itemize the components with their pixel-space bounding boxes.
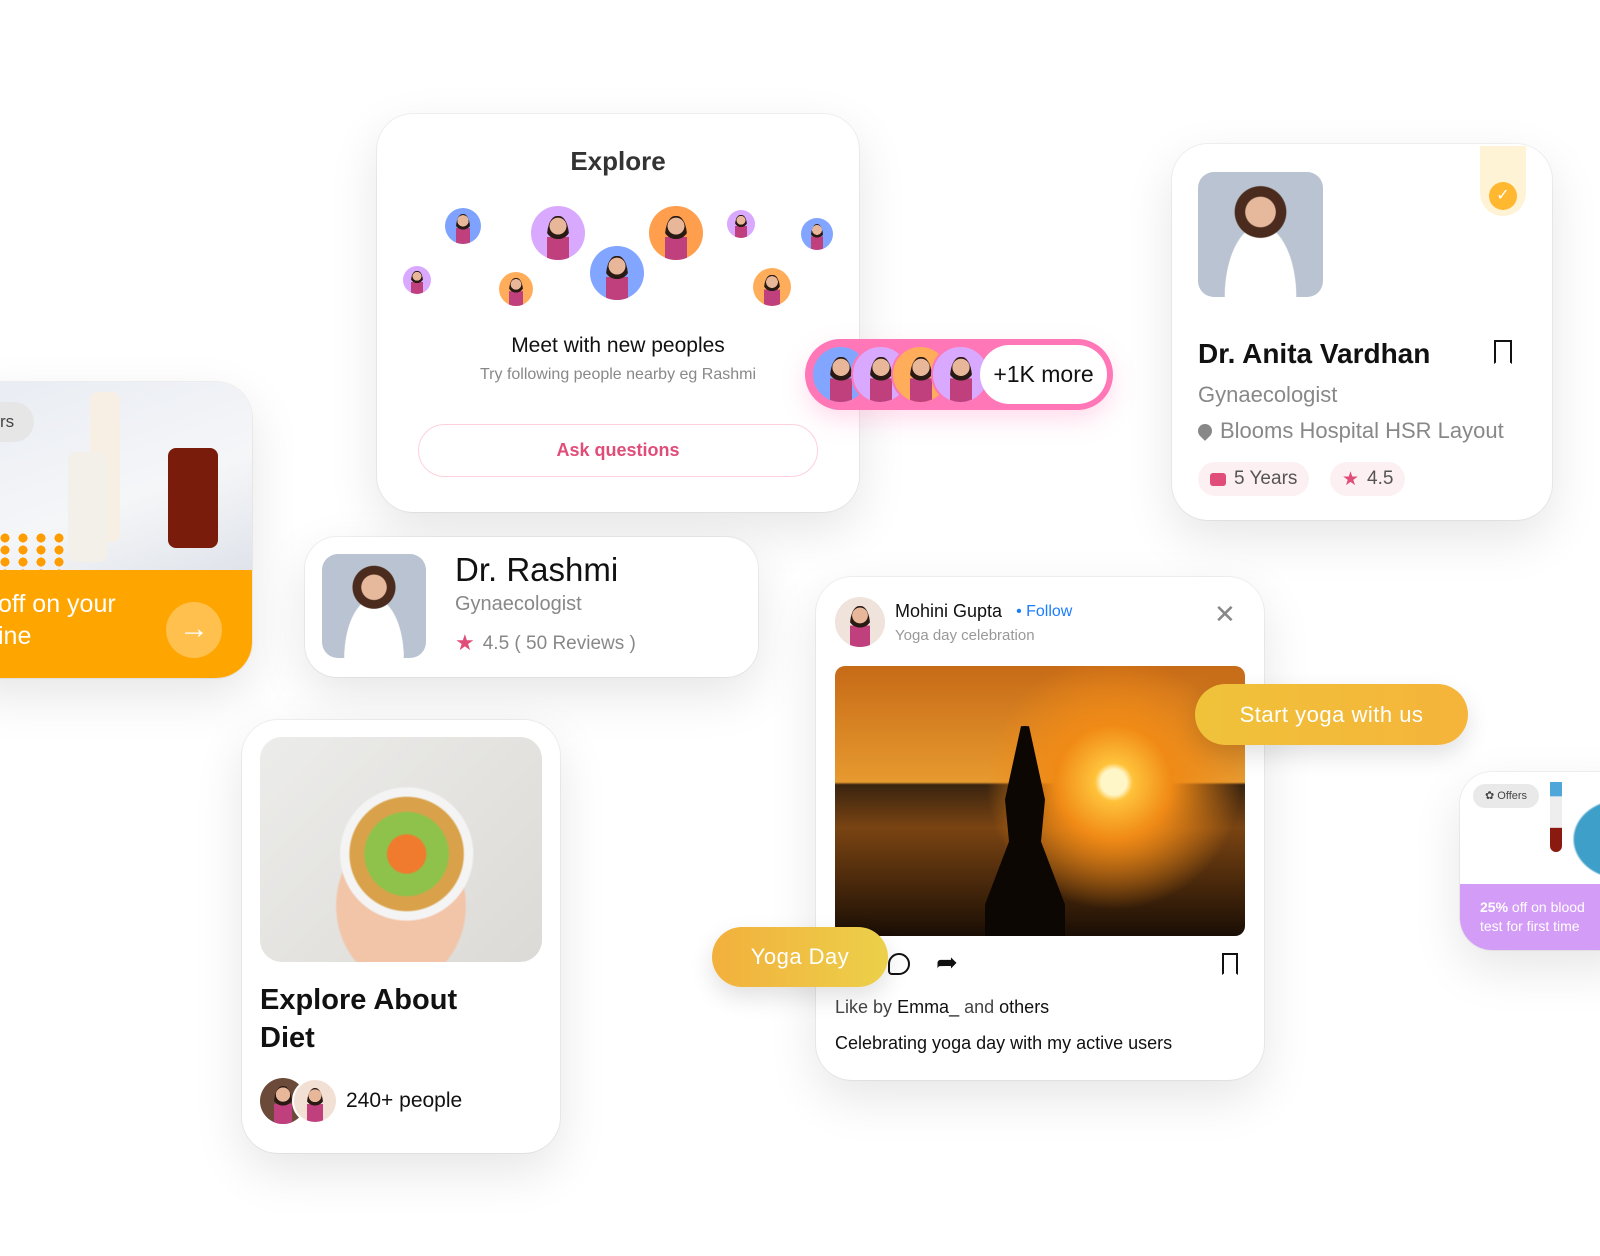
diet-image	[260, 737, 542, 962]
diet-title-line1: Explore About	[260, 984, 458, 1016]
share-icon[interactable]: ➦	[936, 947, 958, 978]
experience-chip: 5 Years	[1198, 462, 1310, 496]
offer-text1: off on blood	[1508, 899, 1585, 915]
doctor-card-anita[interactable]: ✓ Dr. Anita Vardhan Gynaecologist Blooms…	[1172, 144, 1552, 520]
location-row: Blooms Hospital HSR Layout	[1195, 418, 1504, 444]
diet-card[interactable]: Explore About Diet 240+ people	[242, 720, 560, 1153]
ask-questions-button[interactable]: Ask questions	[418, 424, 818, 477]
doctor-name: Dr. Anita Vardhan	[1198, 338, 1431, 369]
explore-subtitle: Try following people nearby eg Rashmi	[480, 366, 756, 383]
rating-label: 4.5	[1367, 468, 1394, 489]
start-yoga-button[interactable]: Start yoga with us	[1195, 684, 1468, 745]
avatar	[590, 246, 644, 300]
more-count-label: +1K more	[993, 361, 1094, 387]
likes-text: Like by Emma_ and others	[835, 997, 1049, 1018]
explore-heading: Meet with new peoples	[511, 334, 725, 357]
offers-chip-label: rs	[0, 412, 15, 431]
star-icon: ★	[1342, 468, 1360, 490]
doctor-specialty: Gynaecologist	[455, 593, 582, 615]
doctor-name: Dr. Rashmi	[455, 551, 619, 588]
offers-chip-label: Offers	[1497, 790, 1528, 802]
comment-icon[interactable]	[888, 953, 910, 975]
promo-text-line1: off on your	[0, 590, 116, 618]
medicine-image	[0, 382, 252, 572]
doctor-card-rashmi[interactable]: Dr. Rashmi Gynaecologist ★ 4.5 ( 50 Revi…	[305, 537, 758, 677]
doctor-photo	[322, 554, 426, 658]
yoga-day-label: Yoga Day	[750, 944, 850, 969]
post-header: Mohini Gupta • Follow	[895, 601, 1072, 622]
location-pin-icon	[1195, 421, 1215, 441]
star-icon: ★	[455, 630, 475, 655]
medicine-offer-card[interactable]: rs off on your ine →	[0, 382, 252, 678]
close-icon[interactable]: ✕	[1214, 599, 1236, 630]
offer-line2: test for first time	[1480, 918, 1580, 934]
avatar	[753, 268, 791, 306]
doctor-photo	[1198, 172, 1323, 297]
promo-text-line2: ine	[0, 622, 32, 650]
author-name[interactable]: Mohini Gupta	[895, 601, 1002, 622]
blood-test-image	[1540, 772, 1600, 884]
avatar	[445, 208, 481, 244]
more-people-pill[interactable]: +1K more	[805, 339, 1113, 410]
bookmark-icon[interactable]	[1222, 953, 1238, 975]
post-caption: Celebrating yoga day with my active user…	[835, 1033, 1173, 1053]
follow-label: Follow	[1026, 602, 1073, 620]
bookmark-icon[interactable]	[1494, 340, 1512, 364]
avatar	[649, 206, 703, 260]
start-yoga-label: Start yoga with us	[1239, 701, 1424, 727]
avatar	[292, 1078, 338, 1124]
arrow-right-icon: →	[179, 612, 209, 645]
doctor-specialty: Gynaecologist	[1198, 382, 1338, 407]
avatar	[801, 218, 833, 250]
avatar	[727, 210, 755, 238]
arrow-right-button[interactable]: →	[166, 602, 222, 658]
doctor-location: Blooms Hospital HSR Layout	[1220, 418, 1504, 443]
briefcase-icon	[1210, 472, 1226, 486]
follow-link[interactable]: • Follow	[1016, 603, 1072, 621]
diet-title-line2: Diet	[260, 1022, 315, 1054]
like-prefix: Like by	[835, 997, 893, 1017]
like-others[interactable]: others	[999, 997, 1049, 1017]
explore-card: Explore Meet with new peoples Try follow…	[377, 114, 859, 512]
like-mid: and	[964, 997, 995, 1017]
explore-title: Explore	[570, 146, 666, 176]
avatar	[403, 266, 431, 294]
offer-line1: 25% off on blood	[1480, 898, 1600, 917]
post-card: Mohini Gupta • Follow Yoga day celebrati…	[816, 577, 1264, 1080]
author-avatar[interactable]	[835, 597, 885, 647]
blood-test-offer-card[interactable]: ✿ Offers 25% off on blood test for first…	[1460, 772, 1600, 950]
people-count: 240+ people	[346, 1089, 463, 1112]
verified-badge-icon: ✓	[1489, 182, 1517, 210]
avatar	[499, 272, 533, 306]
post-subtitle: Yoga day celebration	[895, 627, 1035, 644]
offers-chip[interactable]: ✿ Offers	[1473, 784, 1540, 808]
offer-banner: 25% off on blood test for first time	[1460, 884, 1600, 950]
rating-row: ★ 4.5 ( 50 Reviews )	[455, 630, 636, 655]
experience-label: 5 Years	[1234, 468, 1298, 489]
promo-banner: off on your ine →	[0, 570, 252, 678]
verified-ribbon: ✓	[1480, 146, 1526, 216]
like-user[interactable]: Emma_	[897, 997, 959, 1017]
ask-questions-label: Ask questions	[556, 440, 680, 460]
yoga-day-tag[interactable]: Yoga Day	[712, 927, 888, 987]
rating-chip: ★ 4.5	[1330, 462, 1406, 496]
post-image	[835, 666, 1245, 936]
rating-label: 4.5 ( 50 Reviews )	[482, 633, 636, 654]
offer-percent: 25%	[1480, 899, 1509, 915]
avatar	[531, 206, 585, 260]
more-count: +1K more	[980, 345, 1107, 404]
